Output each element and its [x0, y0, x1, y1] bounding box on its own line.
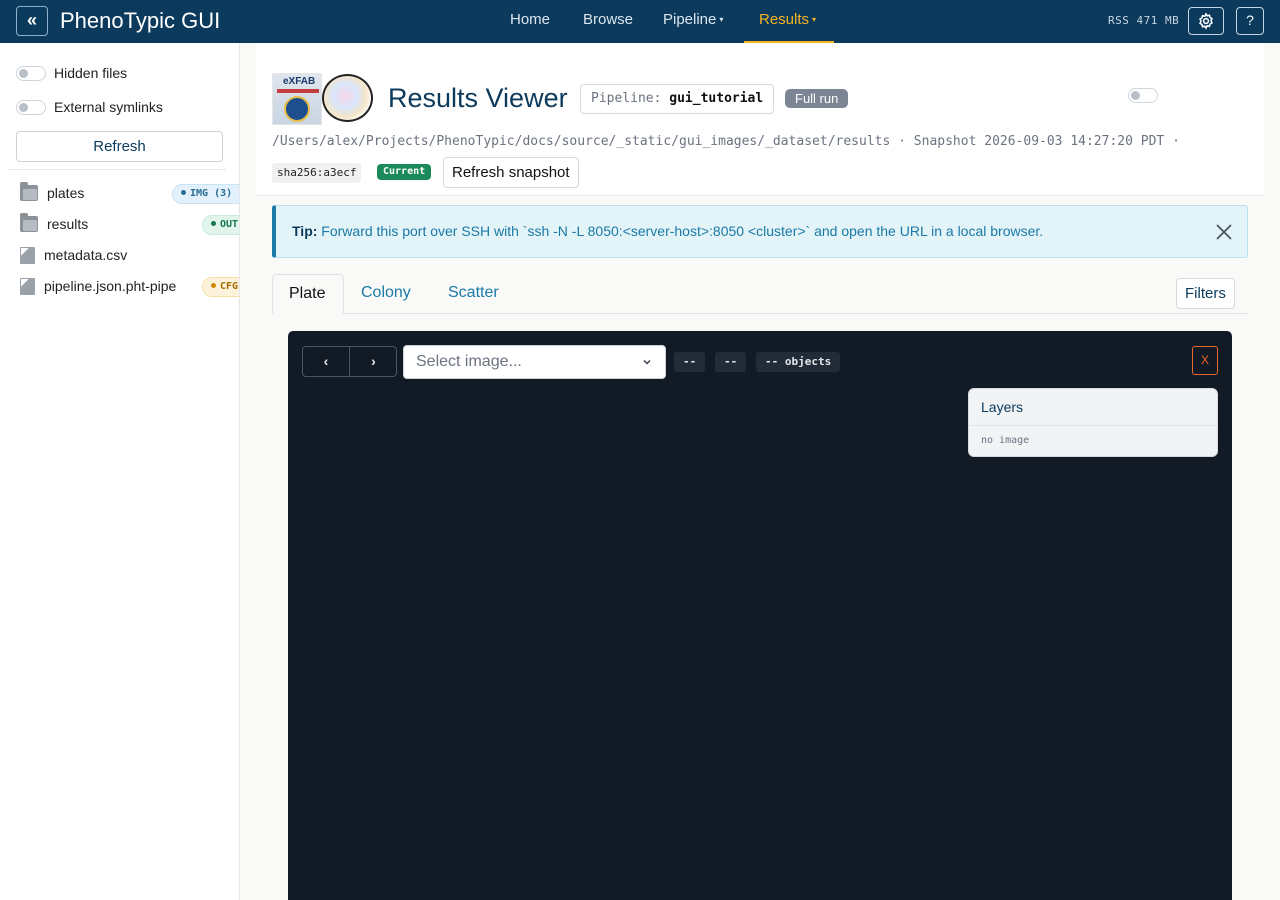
folder-icon — [20, 182, 38, 201]
snapshot-meta: /Users/alex/Projects/PhenoTypic/docs/sou… — [272, 134, 1180, 149]
close-viewer-button[interactable]: X — [1192, 346, 1218, 375]
meta-separator: · — [898, 134, 906, 149]
external-symlinks-label: External symlinks — [54, 99, 163, 115]
current-badge: Current — [377, 164, 432, 180]
dimension-chip: -- — [674, 352, 706, 372]
layers-panel: Layers no image — [968, 388, 1218, 457]
hidden-files-toggle[interactable]: Hidden files — [16, 63, 127, 83]
tree-item-metadata[interactable]: metadata.csv — [20, 244, 127, 266]
nav-browse[interactable]: Browse — [583, 0, 633, 43]
refresh-snapshot-button[interactable]: Refresh snapshot — [443, 157, 579, 188]
object-count-chip: -- objects — [756, 352, 841, 372]
tree-item-label: results — [47, 216, 89, 232]
results-header: eXFAB Results Viewer Pipeline: gui_tutor… — [256, 43, 1264, 196]
nav-home[interactable]: Home — [510, 0, 550, 43]
img-count-badge: IMG (3) — [172, 184, 239, 204]
tree-item-label: plates — [47, 185, 85, 201]
filters-button[interactable]: Filters — [1176, 278, 1235, 309]
tree-item-results[interactable]: results — [20, 213, 88, 235]
image-select-placeholder: Select image... — [416, 353, 522, 370]
tree-item-label: metadata.csv — [44, 247, 128, 263]
external-symlinks-toggle[interactable]: External symlinks — [16, 97, 163, 117]
sidebar-divider — [8, 169, 226, 170]
settings-button[interactable] — [1188, 7, 1224, 35]
caret-down-icon: ▾ — [719, 15, 724, 24]
hidden-files-label: Hidden files — [54, 65, 128, 81]
external-symlinks-switch[interactable] — [16, 99, 46, 115]
file-icon — [20, 277, 35, 295]
out-badge-text: OUT — [220, 219, 239, 230]
prev-image-button[interactable]: ‹ — [303, 347, 350, 376]
next-image-button[interactable]: › — [350, 347, 397, 376]
nav-home-label: Home — [510, 11, 551, 28]
chevron-down-icon — [643, 359, 651, 365]
pipeline-value: gui_tutorial — [669, 91, 764, 106]
image-nav-group: ‹ › — [302, 346, 397, 377]
tab-scatter[interactable]: Scatter — [432, 274, 515, 314]
nav-results[interactable]: Results ▾ — [744, 0, 834, 43]
nav-results-label: Results — [759, 11, 810, 28]
logo-seal — [284, 96, 310, 122]
tab-plate[interactable]: Plate — [272, 274, 344, 314]
close-icon[interactable] — [1215, 223, 1233, 241]
exfab-logo: eXFAB — [272, 73, 322, 125]
layers-title: Layers — [981, 399, 1024, 415]
nav-pipeline[interactable]: Pipeline ▾ — [663, 0, 723, 43]
caret-down-icon: ▾ — [812, 15, 817, 24]
tip-text: Tip: Forward this port over SSH with `ss… — [292, 223, 1043, 239]
nav-pipeline-label: Pipeline — [663, 11, 717, 28]
cfg-badge: CFG — [202, 277, 239, 297]
top-navbar: « PhenoTypic GUI Home Browse Pipeline ▾ R… — [0, 0, 1280, 43]
snapshot-timestamp: Snapshot 2026-09-03 14:27:20 PDT — [913, 134, 1165, 149]
memory-readout: RSS 471 MB — [1108, 14, 1180, 27]
pipeline-indicator: Pipeline: gui_tutorial — [580, 84, 775, 114]
tree-item-plates[interactable]: plates — [20, 182, 84, 204]
meta-separator: · — [1172, 134, 1180, 149]
collapse-sidebar-button[interactable]: « — [16, 6, 48, 36]
app-brand[interactable]: PhenoTypic GUI — [60, 7, 220, 35]
sidebar-refresh-button[interactable]: Refresh — [16, 131, 223, 162]
tip-message: Forward this port over SSH with `ssh -N … — [321, 223, 1044, 239]
tree-item-label: pipeline.json.pht-pipe — [44, 278, 177, 294]
results-path: /Users/alex/Projects/PhenoTypic/docs/sou… — [272, 134, 891, 149]
help-button[interactable]: ? — [1236, 7, 1264, 35]
pipeline-key: Pipeline: — [591, 91, 662, 106]
nav-browse-label: Browse — [583, 11, 634, 28]
gear-icon — [1199, 12, 1213, 30]
cfg-badge-text: CFG — [220, 281, 239, 292]
out-badge: OUT — [202, 215, 239, 235]
layers-divider — [969, 425, 1217, 426]
scale-chip: -- — [715, 352, 747, 372]
exfab-logo-text: eXFAB — [283, 76, 316, 87]
main-content: eXFAB Results Viewer Pipeline: gui_tutor… — [240, 43, 1280, 900]
sha-chip: sha256:a3ecf — [272, 163, 362, 183]
logo-stripe — [277, 89, 319, 93]
layers-empty-text: no image — [981, 435, 1030, 446]
file-icon — [20, 246, 35, 264]
header-toggle-switch[interactable] — [1128, 88, 1158, 103]
tip-label: Tip: — [292, 223, 318, 239]
page-title: Results Viewer — [388, 83, 568, 113]
run-mode-badge: Full run — [785, 89, 849, 108]
phenotypic-logo — [322, 74, 373, 122]
folder-icon — [20, 213, 38, 232]
tip-alert: Tip: Forward this port over SSH with `ss… — [272, 205, 1248, 258]
file-sidebar: Hidden files External symlinks Refresh p… — [0, 43, 240, 900]
img-badge-text: IMG (3) — [190, 188, 233, 199]
image-select[interactable]: Select image... — [403, 345, 666, 379]
hidden-files-switch[interactable] — [16, 65, 46, 81]
plate-viewer[interactable]: ‹ › Select image... -- -- -- objects X L… — [288, 331, 1232, 900]
tree-item-pipeline-config[interactable]: pipeline.json.pht-pipe — [20, 275, 176, 297]
tab-colony[interactable]: Colony — [345, 274, 427, 314]
